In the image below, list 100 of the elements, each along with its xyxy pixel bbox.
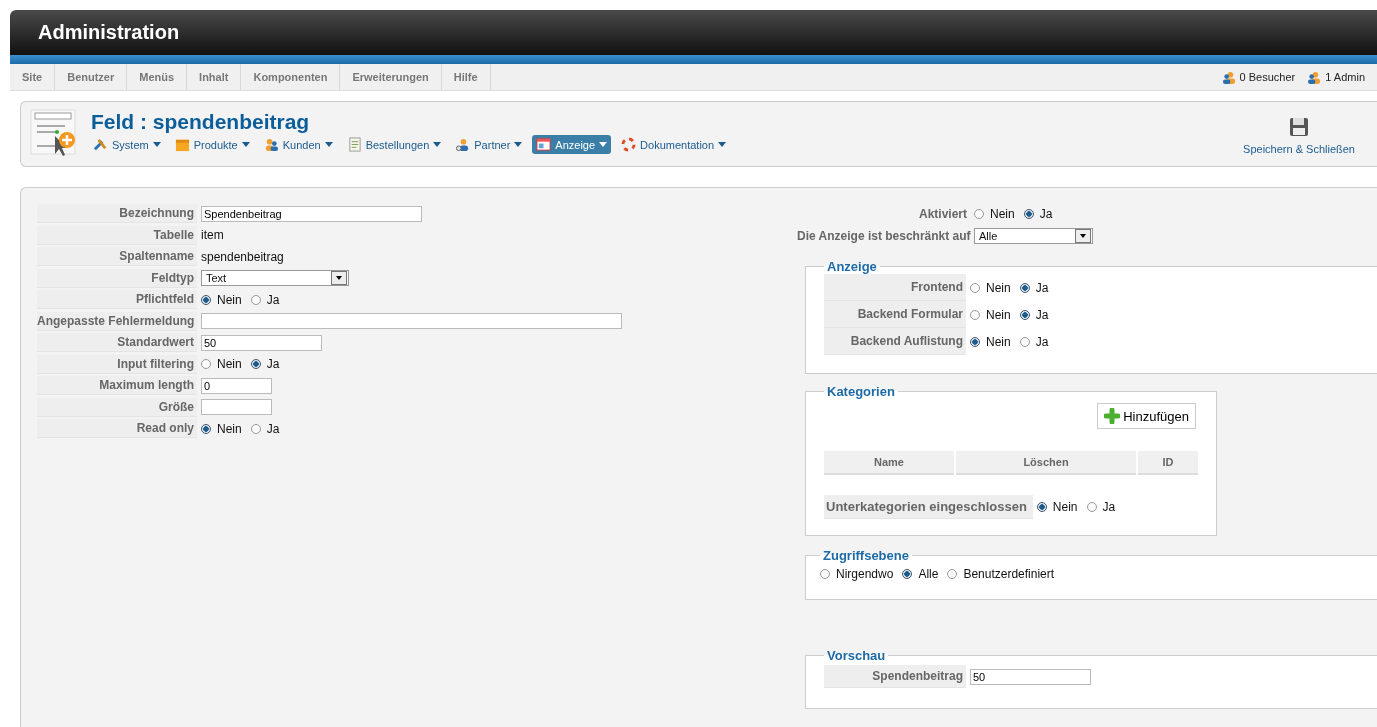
column-header: Löschen [956, 451, 1136, 475]
field-label: Aktiviert [917, 206, 968, 223]
page-title: Feld : spendenbeitrag [91, 110, 311, 134]
radio-option[interactable]: Ja [1019, 334, 1049, 349]
radio-option[interactable]: Nein [1036, 500, 1078, 514]
field-value: item [201, 228, 224, 243]
radio-button[interactable] [201, 423, 211, 434]
radio-button[interactable] [1019, 309, 1030, 320]
radio-button[interactable] [250, 423, 261, 434]
person-icon [455, 137, 471, 152]
field-label: Bezeichnung [37, 204, 197, 224]
field-label: Spaltenname [37, 247, 197, 267]
section-title: Vorschau [826, 648, 887, 663]
input-field[interactable]: 50 [201, 334, 322, 351]
radio-button[interactable] [820, 569, 830, 579]
status-text: 0 Besucher [1239, 71, 1296, 83]
radio-option[interactable]: Ja [250, 421, 280, 436]
field-label: Tabelle [37, 225, 197, 245]
submenu-item[interactable]: System [89, 135, 165, 154]
field-label: Pflichtfeld [37, 290, 197, 310]
radio-button[interactable] [970, 309, 980, 320]
radio-button[interactable] [250, 294, 261, 305]
select-field[interactable]: Alle [974, 228, 1093, 244]
menu-item[interactable]: Hilfe [441, 64, 491, 90]
radio-button[interactable] [201, 359, 211, 370]
input-field[interactable]: 50 [970, 668, 1091, 685]
field-label: Frontend [824, 274, 966, 301]
radio-button[interactable] [201, 294, 211, 305]
radio-button[interactable] [1019, 336, 1030, 347]
radio-option[interactable]: Ja [250, 357, 280, 372]
folder-icon [174, 137, 190, 152]
radio-button[interactable] [970, 336, 980, 347]
input-field[interactable]: Spendenbeitrag [201, 205, 422, 222]
field-label: Feldtyp [37, 268, 197, 288]
radio-button[interactable] [947, 569, 958, 579]
save-button[interactable]: Speichern & Schließen [1237, 116, 1361, 156]
radio-option[interactable]: Nein [201, 421, 242, 436]
submenu-item[interactable]: Produkte [170, 135, 254, 154]
people-icon [263, 137, 279, 152]
radio-button[interactable] [1086, 502, 1097, 512]
radio-option[interactable]: Nein [970, 334, 1011, 349]
add-button[interactable]: Hinzufügen [1097, 403, 1196, 429]
field-label: Spendenbeitrag [824, 665, 966, 688]
field-value: spendenbeitrag [201, 249, 284, 264]
select-field[interactable]: Text [201, 270, 349, 287]
radio-option[interactable]: Ja [1019, 280, 1049, 295]
radio-button[interactable] [974, 209, 984, 219]
field-label: Maximum length [37, 376, 197, 396]
menu-item[interactable]: Benutzer [55, 64, 128, 90]
radio-option[interactable]: Ja [250, 292, 280, 307]
radio-button[interactable] [1023, 209, 1034, 219]
radio-option[interactable]: Benutzerdefiniert [947, 567, 1055, 581]
radio-option[interactable]: Ja [1023, 207, 1053, 221]
save-icon [1289, 117, 1310, 137]
status-text: 1 Admin [1325, 71, 1365, 83]
radio-button[interactable] [902, 569, 913, 579]
field-label: Die Anzeige ist beschränkt auf [797, 228, 970, 245]
tools-icon [93, 137, 108, 152]
form-field-icon [29, 108, 79, 158]
submenu-item[interactable]: Bestellungen [342, 135, 446, 154]
radio-option[interactable]: Ja [1086, 500, 1116, 514]
radio-option[interactable]: Ja [1019, 307, 1049, 322]
window-icon [536, 137, 552, 152]
radio-button[interactable] [250, 359, 261, 370]
field-label: Backend Auflistung [824, 328, 966, 355]
menu-item[interactable]: Site [10, 64, 56, 90]
submenu-item[interactable]: Anzeige [532, 135, 612, 154]
radio-option[interactable]: Nein [201, 292, 242, 307]
menu-item[interactable]: Komponenten [241, 64, 341, 90]
radio-button[interactable] [1019, 282, 1030, 293]
submenu-item[interactable]: Partner [451, 135, 527, 154]
radio-option[interactable]: Nirgendwo [820, 567, 894, 581]
radio-button[interactable] [970, 282, 980, 293]
app-title: Administration [38, 21, 180, 44]
radio-option[interactable]: Alle [902, 567, 939, 581]
field-label: Input filtering [37, 354, 197, 374]
menu-item[interactable]: Inhalt [187, 64, 242, 90]
menu-item[interactable]: Erweiterungen [340, 64, 442, 90]
field-label: Read only [37, 419, 197, 439]
submenu-item[interactable]: Dokumentation [617, 135, 731, 154]
column-header: Name [824, 451, 954, 475]
radio-option[interactable]: Nein [974, 207, 1015, 221]
menu-item[interactable]: Menüs [127, 64, 188, 90]
section-title: Anzeige [826, 259, 878, 274]
lifebuoy-icon [621, 137, 637, 152]
submenu-item[interactable]: Kunden [259, 135, 337, 154]
input-field[interactable] [201, 313, 622, 330]
field-label: Backend Formular [824, 301, 966, 328]
radio-button[interactable] [1036, 502, 1047, 512]
input-field[interactable]: 0 [201, 377, 272, 394]
document-icon [346, 137, 362, 152]
column-header: ID [1138, 451, 1198, 475]
field-label: Größe [37, 397, 197, 417]
radio-option[interactable]: Nein [970, 307, 1011, 322]
radio-option[interactable]: Nein [970, 280, 1011, 295]
input-field[interactable] [201, 399, 272, 416]
field-label: Unterkategorien eingeschlossen [824, 495, 1033, 519]
field-label: Angepasste Fehlermeldung [37, 311, 197, 331]
radio-option[interactable]: Nein [201, 357, 242, 372]
users-icon [1307, 69, 1323, 85]
